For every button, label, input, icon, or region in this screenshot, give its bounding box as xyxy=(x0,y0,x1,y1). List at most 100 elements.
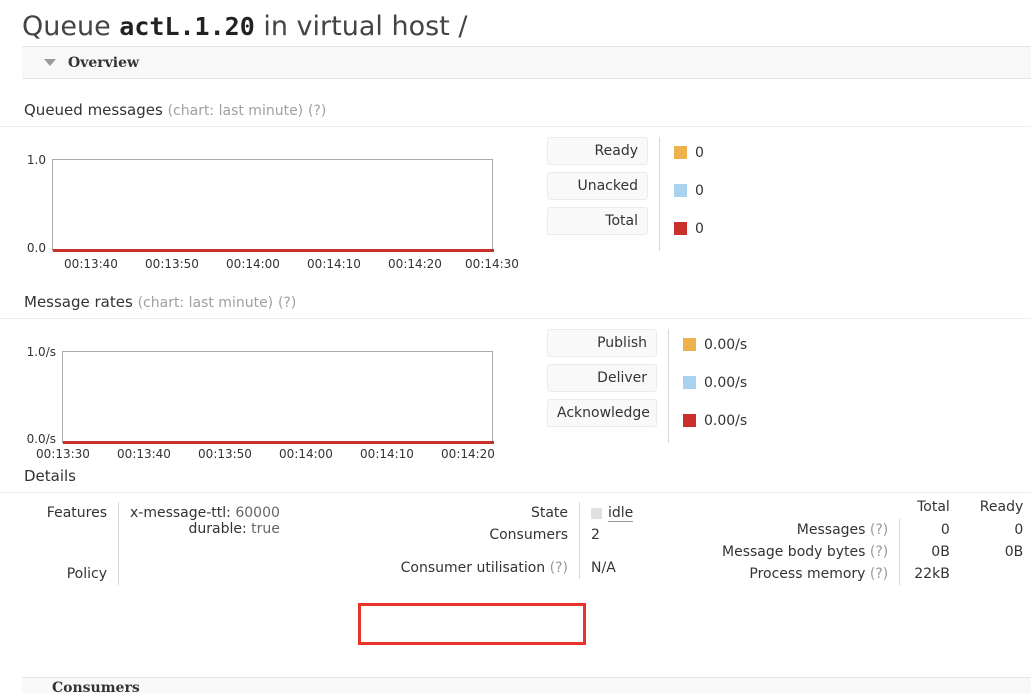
stats-row-process-memory-label: Process memory (?) xyxy=(722,563,900,585)
feature-name-ttl: x-message-ttl: xyxy=(130,505,231,521)
legend-button-total[interactable]: Total xyxy=(547,207,648,235)
process-memory-help-icon[interactable]: (?) xyxy=(870,566,888,582)
queued-messages-help-icon[interactable]: (?) xyxy=(308,103,326,119)
stats-row-messages-label: Messages (?) xyxy=(722,519,900,541)
policy-key: Policy xyxy=(66,566,107,582)
rates-x-tick-0: 00:13:30 xyxy=(36,447,90,461)
swatch-unacked-icon xyxy=(674,184,687,197)
features-value-cell: x-message-ttl: 60000 durable: true xyxy=(117,502,280,540)
table-row: Messages (?) 0 0 xyxy=(722,519,1023,541)
legend-button-acknowledge[interactable]: Acknowledge xyxy=(547,399,657,427)
messages-help-icon[interactable]: (?) xyxy=(870,522,888,538)
legend-value-deliver: 0.00/s xyxy=(704,374,748,391)
legend-value-row-ready: 0 xyxy=(674,137,704,168)
stats-process-memory-total: 22kB xyxy=(899,563,950,585)
stats-messages-ready: 0 xyxy=(1014,522,1024,538)
stats-col-blank xyxy=(722,499,900,519)
overview-section-label: Overview xyxy=(68,54,140,71)
consumers-section-header[interactable]: Consumers xyxy=(22,677,1031,693)
legend-button-ready[interactable]: Ready xyxy=(547,137,648,165)
legend-value-row-publish: 0.00/s xyxy=(683,329,747,360)
queued-x-tick-4: 00:14:20 xyxy=(388,257,442,271)
feature-row: durable: true xyxy=(130,521,280,537)
table-row: Message body bytes (?) 0B 0B xyxy=(722,541,1023,563)
rates-x-tick-5: 00:14:20 xyxy=(441,447,495,461)
features-table: Features x-message-ttl: 60000 durable: t… xyxy=(24,502,280,585)
state-value[interactable]: idle xyxy=(608,505,634,522)
queued-x-tick-3: 00:14:10 xyxy=(307,257,361,271)
queued-messages-heading-note: (chart: last minute) xyxy=(167,103,304,119)
features-key: Features xyxy=(46,505,107,521)
details-block: Details Features x-message-ttl: 60000 du… xyxy=(0,467,1031,585)
queued-x-tick-0: 00:13:40 xyxy=(64,257,118,271)
table-row: Features x-message-ttl: 60000 durable: t… xyxy=(24,502,280,540)
triangle-down-icon[interactable] xyxy=(44,59,56,66)
legend-value-row-total: 0 xyxy=(674,213,704,244)
queued-series-total-line xyxy=(53,249,494,252)
queue-stats-table: Total Ready Messages (?) 0 0 Message bod… xyxy=(722,499,1023,585)
queued-messages-heading: Queued messages (chart: last minute) (?) xyxy=(0,101,1031,127)
legend-button-unacked[interactable]: Unacked xyxy=(547,172,648,200)
stats-row-body-bytes-label: Message body bytes (?) xyxy=(722,541,900,563)
swatch-total-icon xyxy=(674,222,687,235)
rates-x-tick-3: 00:14:00 xyxy=(279,447,333,461)
table-row: State idle xyxy=(368,502,634,524)
state-swatch-icon xyxy=(591,507,602,519)
message-rates-heading: Message rates (chart: last minute) (?) xyxy=(0,293,1031,319)
consumers-value: 2 xyxy=(579,524,634,546)
legend-value-total: 0 xyxy=(695,220,704,237)
stats-label-process-memory: Process memory xyxy=(749,566,866,582)
consumer-utilisation-highlight xyxy=(358,603,586,645)
stats-messages-total: 0 xyxy=(899,519,950,541)
message-body-bytes-help-icon[interactable]: (?) xyxy=(870,544,888,560)
consumers-key: Consumers xyxy=(489,527,568,543)
policy-value xyxy=(117,540,280,585)
queued-messages-chart: 1.0 0.0 00:13:40 00:13:50 00:14:00 00:14… xyxy=(0,127,1031,271)
table-row: Policy xyxy=(24,540,280,585)
rates-series-acknowledge-line xyxy=(63,441,494,444)
queued-x-tick-5: 00:14:30 xyxy=(465,257,519,271)
queued-legend-labels: Ready Unacked Total xyxy=(547,137,648,251)
consumer-utilisation-key: Consumer utilisation (?) xyxy=(368,546,580,579)
details-heading: Details xyxy=(0,467,1031,493)
legend-button-deliver[interactable]: Deliver xyxy=(547,364,657,392)
feature-value-durable: true xyxy=(251,521,280,537)
message-rates-chart: 1.0/s 0.0/s 00:13:30 00:13:40 00:13:50 0… xyxy=(0,319,1031,461)
message-rates-block: Message rates (chart: last minute) (?) 1… xyxy=(0,293,1031,461)
legend-value-unacked: 0 xyxy=(695,182,704,199)
state-key: State xyxy=(530,505,568,521)
queued-messages-block: Queued messages (chart: last minute) (?)… xyxy=(0,101,1031,271)
table-row: Process memory (?) 22kB xyxy=(722,563,1023,585)
stats-label-message-body-bytes: Message body bytes xyxy=(722,544,866,560)
table-header-row: Total Ready xyxy=(722,499,1023,519)
swatch-deliver-icon xyxy=(683,376,696,389)
queued-plot-area xyxy=(52,159,494,252)
legend-value-row-deliver: 0.00/s xyxy=(683,367,747,398)
page-title-suffix: in virtual host / xyxy=(254,11,468,42)
legend-button-publish[interactable]: Publish xyxy=(547,329,657,357)
swatch-acknowledge-icon xyxy=(683,414,696,427)
rates-legend-values: 0.00/s 0.00/s 0.00/s xyxy=(668,329,747,443)
stats-body-bytes-ready: 0B xyxy=(1004,544,1024,560)
rates-plot-area xyxy=(62,351,494,444)
queued-y-tick-min: 0.0 xyxy=(26,241,46,255)
stats-body-bytes-total: 0B xyxy=(899,541,950,563)
consumer-utilisation-label: Consumer utilisation xyxy=(400,560,546,576)
feature-name-durable: durable: xyxy=(188,521,247,537)
rates-x-tick-4: 00:14:10 xyxy=(360,447,414,461)
feature-value-ttl: 60000 xyxy=(235,505,280,521)
message-rates-heading-note: (chart: last minute) xyxy=(137,295,274,311)
rates-y-tick-min: 0.0/s xyxy=(26,432,56,446)
overview-section-header[interactable]: Overview xyxy=(22,46,1031,79)
message-rates-legend: Publish Deliver Acknowledge 0.00/s 0.00/… xyxy=(547,329,747,443)
stats-col-total: Total xyxy=(917,499,950,515)
message-rates-heading-text: Message rates xyxy=(24,293,133,311)
consumer-utilisation-help-icon[interactable]: (?) xyxy=(550,560,568,576)
rates-y-tick-max: 1.0/s xyxy=(26,345,56,359)
consumers-section-label: Consumers xyxy=(52,680,140,693)
swatch-publish-icon xyxy=(683,338,696,351)
message-rates-help-icon[interactable]: (?) xyxy=(278,295,296,311)
table-row: Consumers 2 xyxy=(368,524,634,546)
page-title-prefix: Queue xyxy=(22,11,120,42)
queued-x-tick-2: 00:14:00 xyxy=(226,257,280,271)
